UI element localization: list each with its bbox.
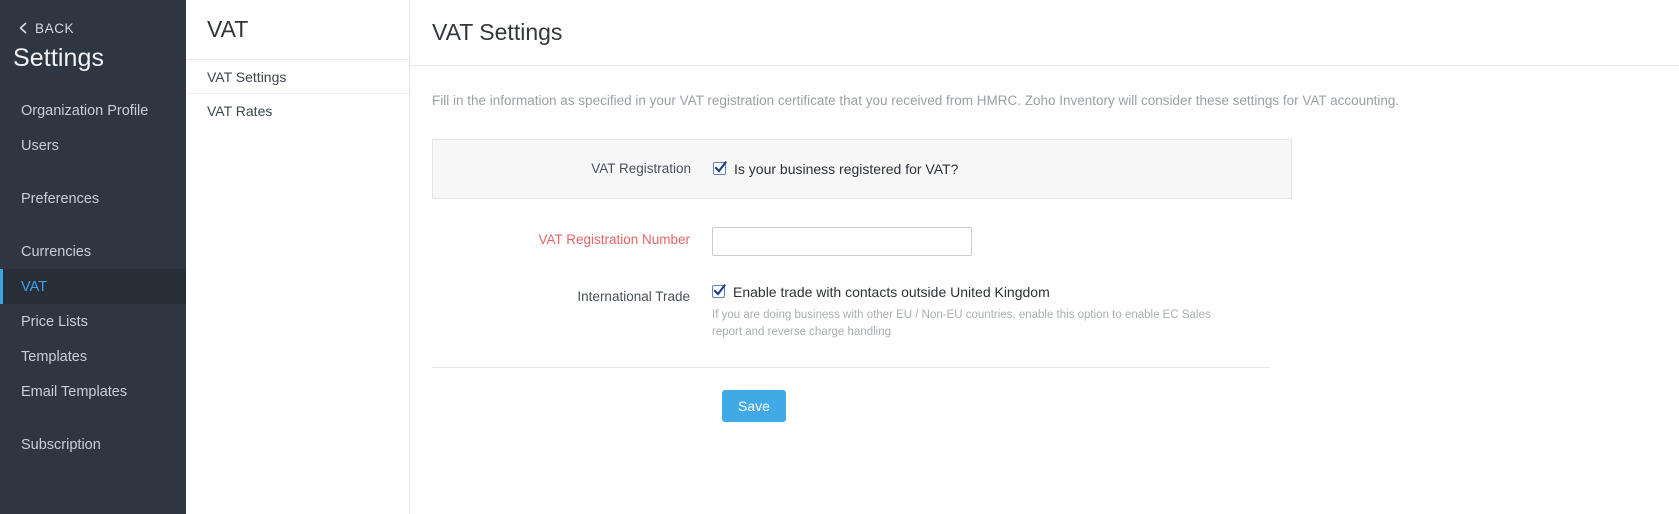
vat-subnav: VAT VAT Settings VAT Rates: [186, 0, 410, 514]
vat-registration-number-row: VAT Registration Number: [432, 226, 1657, 256]
sidebar-item-label: VAT: [21, 278, 48, 295]
main-content: VAT Settings Fill in the information as …: [410, 0, 1679, 514]
sidebar-item-email-templates[interactable]: Email Templates: [0, 374, 186, 409]
sidebar-item-users[interactable]: Users: [0, 128, 186, 163]
sidebar-item-label: Price Lists: [21, 313, 88, 330]
save-button[interactable]: Save: [722, 390, 786, 423]
main-body: Fill in the information as specified in …: [410, 66, 1679, 423]
sidebar-item-vat[interactable]: VAT: [0, 269, 186, 304]
sidebar-item-organization-profile[interactable]: Organization Profile: [0, 93, 186, 128]
international-trade-label: International Trade: [577, 288, 690, 304]
international-trade-checkbox[interactable]: [712, 284, 726, 299]
checkmark-icon: [714, 161, 727, 173]
back-label: BACK: [35, 20, 75, 36]
subnav-item-vat-rates[interactable]: VAT Rates: [186, 94, 409, 128]
sidebar-item-label: Templates: [21, 348, 88, 365]
form-divider: [432, 367, 1270, 369]
vat-registration-panel: VAT Registration Is your business regist…: [432, 138, 1292, 199]
sidebar-item-subscription[interactable]: Subscription: [0, 427, 186, 462]
vat-registration-number-input[interactable]: [712, 226, 972, 256]
subnav-item-vat-settings[interactable]: VAT Settings: [186, 60, 409, 94]
vat-registration-checkbox-label: Is your business registered for VAT?: [734, 160, 959, 177]
sidebar-item-currencies[interactable]: Currencies: [0, 234, 186, 269]
international-trade-column: Enable trade with contacts outside Unite…: [712, 284, 1232, 342]
vat-registration-label: VAT Registration: [591, 161, 691, 177]
vat-registration-number-label: VAT Registration Number: [538, 231, 690, 247]
sidebar-item-price-lists[interactable]: Price Lists: [0, 304, 186, 339]
sidebar-item-preferences[interactable]: Preferences: [0, 181, 186, 216]
international-trade-help-text: If you are doing business with other EU …: [712, 308, 1211, 339]
sidebar-item-label: Organization Profile: [21, 102, 149, 119]
chevron-left-icon: [18, 22, 28, 34]
international-trade-checkbox-row[interactable]: Enable trade with contacts outside Unite…: [712, 284, 1232, 300]
sidebar-item-label: Subscription: [21, 436, 101, 453]
sidebar-title: Settings: [13, 44, 105, 72]
sidebar-item-templates[interactable]: Templates: [0, 339, 186, 374]
sidebar-item-label: Email Templates: [21, 383, 128, 400]
vat-registration-checkbox[interactable]: [713, 161, 727, 176]
vat-settings-form: VAT Registration Is your business regist…: [432, 138, 1657, 423]
subnav-item-label: VAT Rates: [207, 103, 273, 119]
page-description: Fill in the information as specified in …: [432, 93, 1400, 108]
subnav-header: VAT: [186, 0, 409, 60]
form-actions: Save: [432, 390, 1657, 423]
checkmark-icon: [713, 284, 726, 296]
app-root: BACK Settings Organization Profile Users…: [0, 0, 1679, 514]
international-trade-checkbox-label: Enable trade with contacts outside Unite…: [733, 283, 1050, 300]
international-trade-row: International Trade Enable trade with co…: [432, 284, 1657, 342]
settings-sidebar: BACK Settings Organization Profile Users…: [0, 0, 186, 514]
sidebar-nav-list: Organization Profile Users Preferences C…: [0, 93, 186, 462]
sidebar-item-label: Currencies: [21, 243, 92, 260]
back-button[interactable]: BACK: [0, 17, 186, 39]
sidebar-item-label: Users: [21, 137, 59, 154]
subnav-item-label: VAT Settings: [207, 68, 287, 85]
main-header: VAT Settings: [410, 0, 1679, 66]
page-title: VAT Settings: [432, 19, 563, 45]
sidebar-item-label: Preferences: [21, 190, 100, 207]
vat-registration-checkbox-row[interactable]: Is your business registered for VAT?: [713, 161, 958, 177]
